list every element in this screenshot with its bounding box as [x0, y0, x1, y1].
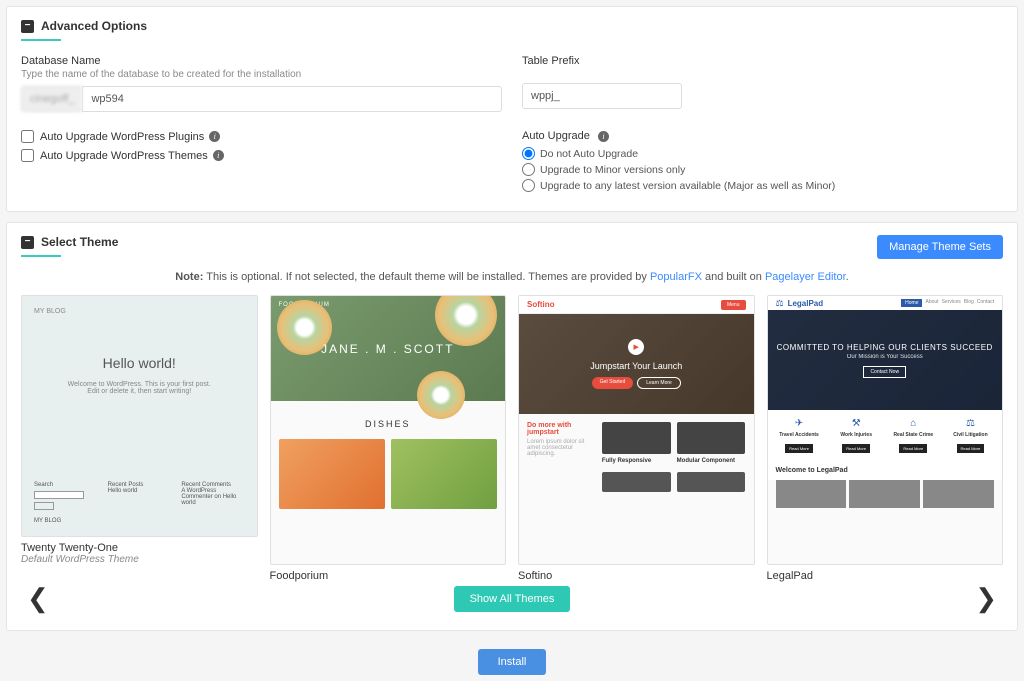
theme-thumbnail: ⚖LegalPadHomeAboutServicesBlogContact CO…: [767, 295, 1004, 565]
show-all-themes-button[interactable]: Show All Themes: [454, 586, 571, 612]
theme-thumbnail: SoftinoMenu ▶ Jumpstart Your Launch Get …: [518, 295, 755, 565]
theme-name: Twenty Twenty-One: [21, 542, 258, 554]
auto-themes-input[interactable]: [21, 149, 34, 162]
select-theme-title: Select Theme: [41, 235, 118, 249]
collapse-icon[interactable]: −: [21, 20, 34, 33]
upgrade-radio-none[interactable]: [522, 147, 535, 160]
manage-theme-sets-button[interactable]: Manage Theme Sets: [877, 235, 1003, 259]
upgrade-radio-latest[interactable]: [522, 179, 535, 192]
auto-upgrade-label: Auto Upgrade i: [522, 130, 1003, 142]
dbname-prefix: cinegoff_: [21, 86, 82, 112]
select-theme-panel: − Select Theme Manage Theme Sets Note: T…: [6, 222, 1018, 631]
advanced-options-panel: − Advanced Options Database Name Type th…: [6, 6, 1018, 212]
auto-upgrade-plugins-checkbox[interactable]: Auto Upgrade WordPress Plugins i: [21, 130, 502, 143]
theme-card-foodporium[interactable]: FOODPORIUM JANE . M . SCOTT DISHES Foodp…: [270, 295, 507, 565]
theme-list: MY BLOG Hello world! Welcome to WordPres…: [21, 295, 1003, 565]
theme-card-softino[interactable]: SoftinoMenu ▶ Jumpstart Your Launch Get …: [518, 295, 755, 565]
theme-card-twenty-twenty-one[interactable]: MY BLOG Hello world! Welcome to WordPres…: [21, 295, 258, 565]
dbname-hint: Type the name of the database to be crea…: [21, 69, 502, 80]
header-underline: [21, 255, 61, 257]
theme-thumbnail: FOODPORIUM JANE . M . SCOTT DISHES: [270, 295, 507, 565]
tableprefix-input[interactable]: [522, 83, 682, 109]
theme-subtitle: Default WordPress Theme: [21, 554, 258, 565]
next-arrow-icon[interactable]: ❯: [969, 583, 1003, 614]
prev-arrow-icon[interactable]: ❮: [21, 583, 55, 614]
auto-plugins-label: Auto Upgrade WordPress Plugins: [40, 131, 204, 143]
theme-name: Softino: [518, 570, 755, 582]
select-theme-header: − Select Theme: [21, 235, 118, 249]
info-icon[interactable]: i: [213, 150, 224, 161]
auto-upgrade-themes-checkbox[interactable]: Auto Upgrade WordPress Themes i: [21, 149, 502, 162]
auto-themes-label: Auto Upgrade WordPress Themes: [40, 150, 208, 162]
popularfx-link[interactable]: PopularFX: [650, 271, 702, 283]
advanced-options-header: − Advanced Options: [21, 19, 1003, 33]
install-button[interactable]: Install: [478, 649, 547, 675]
theme-thumbnail: MY BLOG Hello world! Welcome to WordPres…: [21, 295, 258, 537]
advanced-options-title: Advanced Options: [41, 19, 147, 33]
info-icon[interactable]: i: [209, 131, 220, 142]
theme-note: Note: This is optional. If not selected,…: [21, 271, 1003, 283]
auto-plugins-input[interactable]: [21, 130, 34, 143]
theme-card-legalpad[interactable]: ⚖LegalPadHomeAboutServicesBlogContact CO…: [767, 295, 1004, 565]
pagelayer-link[interactable]: Pagelayer Editor: [765, 271, 846, 283]
collapse-icon[interactable]: −: [21, 236, 34, 249]
upgrade-radio-minor[interactable]: [522, 163, 535, 176]
tableprefix-label: Table Prefix: [522, 55, 1003, 67]
upgrade-option-latest[interactable]: Upgrade to any latest version available …: [522, 179, 1003, 192]
info-icon[interactable]: i: [598, 131, 609, 142]
dbname-label: Database Name: [21, 55, 502, 67]
header-underline: [21, 39, 61, 41]
theme-name: LegalPad: [767, 570, 1004, 582]
upgrade-option-minor[interactable]: Upgrade to Minor versions only: [522, 163, 1003, 176]
upgrade-option-none[interactable]: Do not Auto Upgrade: [522, 147, 1003, 160]
dbname-input[interactable]: [82, 86, 502, 112]
theme-name: Foodporium: [270, 570, 507, 582]
